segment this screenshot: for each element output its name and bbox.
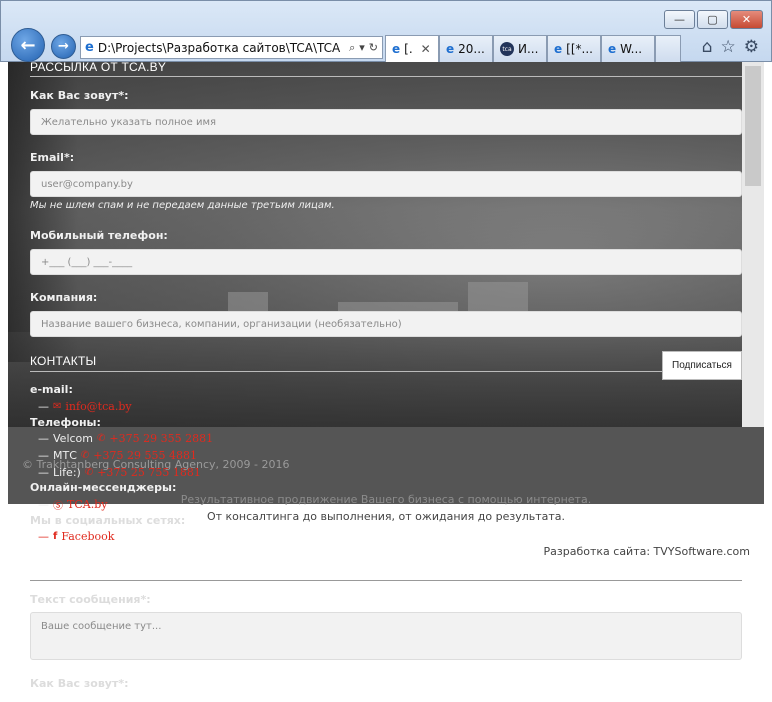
browser-tools: ⌂ ☆ ⚙: [702, 37, 759, 57]
tab-2[interactable]: e 20...: [439, 35, 493, 62]
phone-icon: ✆: [97, 433, 106, 444]
tagline-2: От консалтинга до выполнения, от ожидани…: [206, 510, 566, 523]
forward-button[interactable]: →: [51, 34, 76, 59]
copyright-text: © Trakhtanberg Consulting Agency, 2009 -…: [22, 458, 290, 471]
section-divider: [30, 580, 742, 581]
back-button[interactable]: ←: [11, 28, 45, 62]
home-icon[interactable]: ⌂: [702, 37, 713, 57]
ie-tab-icon: e: [392, 42, 401, 56]
phone-label: Мобильный телефон:: [30, 229, 168, 242]
message-textarea[interactable]: Ваше сообщение тут...: [30, 612, 742, 660]
tca-favicon: tca: [500, 42, 514, 56]
tab-4-label: [[*...: [566, 42, 593, 56]
contact-email-row: — ✉ info@tca.by: [38, 400, 132, 413]
facebook-icon: f: [53, 531, 58, 542]
tab-1-label: [.: [404, 42, 413, 56]
facebook-link[interactable]: Facebook: [61, 530, 114, 543]
ie-tab-icon: e: [608, 42, 617, 56]
ie-tab-icon: e: [554, 42, 563, 56]
tab-2-label: 20...: [458, 42, 485, 56]
phone-row: — Velcom ✆ +375 29 355 2881: [38, 432, 214, 445]
page-viewport: РАССЫЛКА ОТ TCA.BY Как Вас зовут*: Желат…: [8, 62, 764, 702]
search-icon[interactable]: ⌕: [349, 41, 355, 55]
tab-strip: e [. ✕ e 20... tca И... e [[*... e W...: [385, 35, 681, 62]
dropdown-icon[interactable]: ▾: [359, 41, 365, 54]
address-bar[interactable]: e D:\Projects\Разработка сайтов\TCA\TCA …: [80, 36, 383, 59]
envelope-icon: ✉: [53, 401, 62, 412]
gear-icon[interactable]: ⚙: [744, 37, 759, 57]
close-window-button[interactable]: ✕: [730, 10, 763, 29]
name-label: Как Вас зовут*:: [30, 89, 129, 102]
tab-5[interactable]: e W...: [601, 35, 655, 62]
tab-3[interactable]: tca И...: [493, 35, 547, 62]
subscribe-button[interactable]: Подписаться: [662, 351, 742, 380]
message-label: Текст сообщения*:: [30, 593, 151, 606]
arrow-left-icon: ←: [20, 34, 36, 56]
minimize-button[interactable]: —: [664, 10, 695, 29]
name-input[interactable]: Желательно указать полное имя: [30, 109, 742, 135]
contact-email-label: e-mail:: [30, 383, 73, 396]
tagline-1: Результативное продвижение Вашего бизнес…: [180, 493, 592, 506]
tab-1[interactable]: e [. ✕: [385, 35, 439, 62]
privacy-note: Мы не шлем спам и не передаем данные тре…: [30, 200, 335, 211]
maximize-button[interactable]: ▢: [697, 10, 728, 29]
developer-credit[interactable]: Разработка сайта: TVYSoftware.com: [544, 545, 750, 558]
email-input[interactable]: user@company.by: [30, 171, 742, 197]
scrollbar-thumb[interactable]: [745, 66, 761, 186]
tab-3-label: И...: [518, 42, 539, 56]
phone-number[interactable]: +375 29 355 2881: [109, 432, 213, 445]
form-scrollbar[interactable]: [742, 62, 764, 427]
contacts-divider: [30, 371, 662, 372]
heading-divider: [30, 76, 742, 77]
phones-label: Телефоны:: [30, 416, 101, 429]
arrow-right-icon: →: [58, 39, 69, 54]
ie-page-icon: e: [85, 40, 94, 55]
company-label: Компания:: [30, 291, 98, 304]
window-controls: — ▢ ✕: [664, 10, 763, 29]
phone-input[interactable]: +___ (___) ___-____: [30, 249, 742, 275]
refresh-icon[interactable]: ↻: [369, 41, 378, 54]
tab-4[interactable]: e [[*...: [547, 35, 601, 62]
ie-tab-icon: e: [446, 42, 455, 56]
phone-operator: Velcom: [53, 432, 93, 445]
tab-5-label: W...: [620, 42, 643, 56]
favorites-star-icon[interactable]: ☆: [721, 37, 736, 57]
address-text[interactable]: D:\Projects\Разработка сайтов\TCA\TCA: [98, 41, 345, 55]
contact-email-link[interactable]: info@tca.by: [65, 400, 131, 413]
message-name-label: Как Вас зовут*:: [30, 677, 129, 690]
new-tab[interactable]: [655, 35, 681, 62]
close-tab-icon[interactable]: ✕: [421, 42, 431, 56]
contacts-heading: КОНТАКТЫ: [30, 354, 97, 368]
facebook-row: — f Facebook: [38, 530, 115, 543]
browser-chrome: — ▢ ✕ ← → e D:\Projects\Разработка сайто…: [0, 0, 772, 62]
company-input[interactable]: Название вашего бизнеса, компании, орган…: [30, 311, 742, 337]
email-label: Email*:: [30, 151, 75, 164]
subscribe-heading: РАССЫЛКА ОТ TCA.BY: [30, 62, 167, 74]
